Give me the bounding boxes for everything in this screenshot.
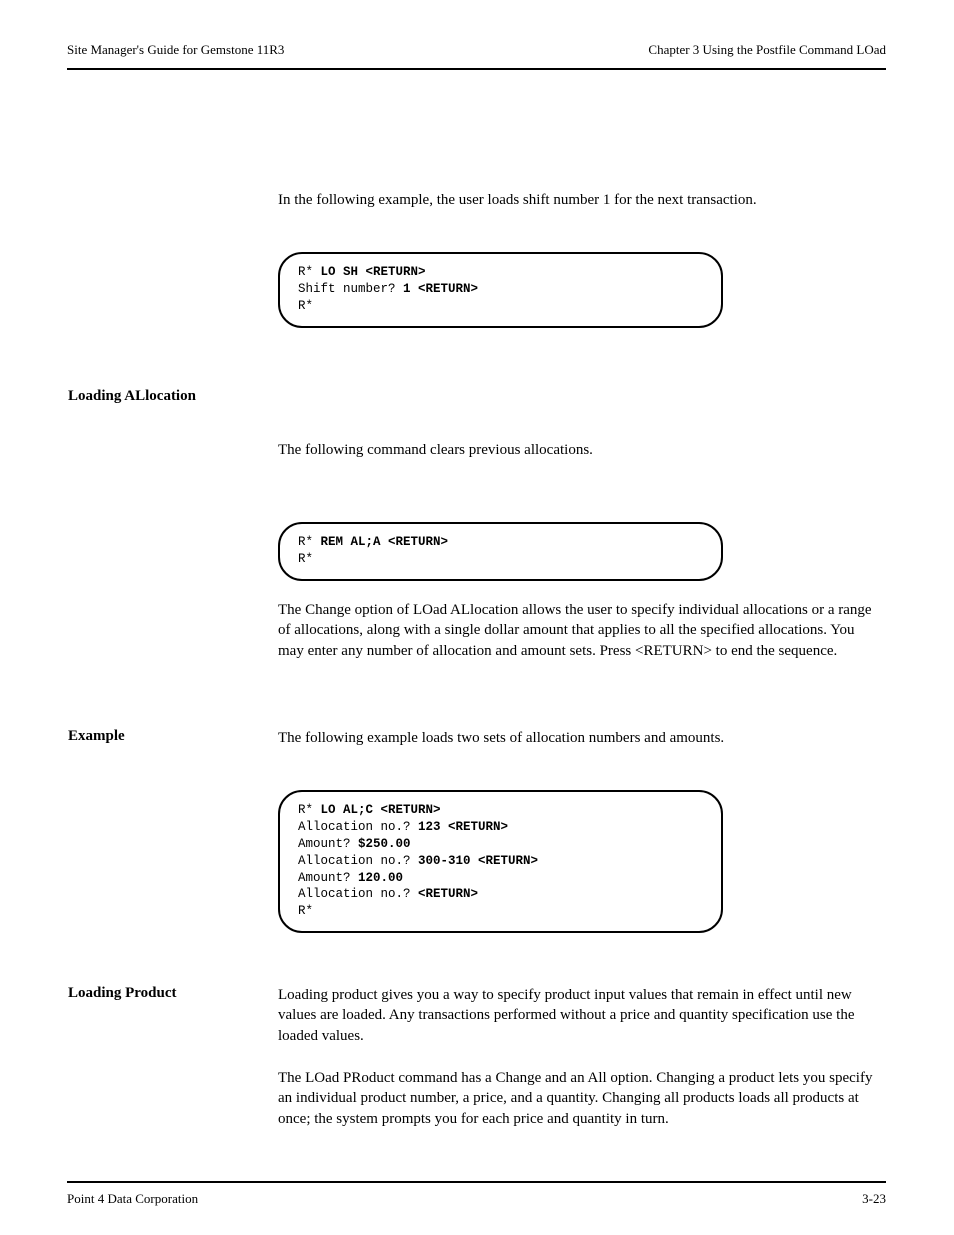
t3-l3b: $250.00 bbox=[358, 837, 411, 851]
t3-l5b: 120.00 bbox=[358, 871, 403, 885]
t1-l2b: 1 <RETURN> bbox=[403, 282, 478, 296]
t3-l4a: Allocation no.? bbox=[298, 854, 418, 868]
t3-l2b: 123 <RETURN> bbox=[418, 820, 508, 834]
t2-l1b: REM AL;A <RETURN> bbox=[321, 535, 449, 549]
rule-top bbox=[67, 68, 886, 70]
para-allocation: The following command clears previous al… bbox=[278, 440, 878, 460]
para-product-1: Loading product gives you a way to speci… bbox=[278, 985, 878, 1046]
footer-left: Point 4 Data Corporation bbox=[67, 1191, 198, 1207]
t1-l1a: R* bbox=[298, 265, 321, 279]
rule-bottom bbox=[67, 1181, 886, 1183]
header-left: Site Manager's Guide for Gemstone 11R3 bbox=[67, 42, 284, 58]
section-heading-allocation: Loading ALlocation bbox=[68, 388, 196, 405]
t3-l3a: Amount? bbox=[298, 837, 358, 851]
t3-l7: R* bbox=[298, 904, 313, 918]
footer-right: 3-23 bbox=[862, 1191, 886, 1207]
t2-l2: R* bbox=[298, 552, 313, 566]
t3-l2a: Allocation no.? bbox=[298, 820, 418, 834]
terminal-box-3: R* LO AL;C <RETURN> Allocation no.? 123 … bbox=[278, 790, 723, 933]
t3-l4b: 300-310 <RETURN> bbox=[418, 854, 538, 868]
section-heading-product: Loading Product bbox=[68, 985, 177, 1002]
para-product-2: The LOad PRoduct command has a Change an… bbox=[278, 1068, 878, 1129]
example-intro: The following example loads two sets of … bbox=[278, 728, 878, 748]
page: Site Manager's Guide for Gemstone 11R3 C… bbox=[0, 0, 954, 1235]
t1-l3: R* bbox=[298, 299, 313, 313]
t1-l2a: Shift number? bbox=[298, 282, 403, 296]
intro-paragraph: In the following example, the user loads… bbox=[278, 190, 878, 210]
example-label: Example bbox=[68, 728, 125, 745]
header-right: Chapter 3 Using the Postfile Command LOa… bbox=[648, 42, 886, 58]
t3-l6b: <RETURN> bbox=[418, 887, 478, 901]
t1-l1b: LO SH <RETURN> bbox=[321, 265, 426, 279]
para-allocation-after: The Change option of LOad ALlocation all… bbox=[278, 600, 878, 661]
terminal-box-2: R* REM AL;A <RETURN> R* bbox=[278, 522, 723, 581]
t2-l1a: R* bbox=[298, 535, 321, 549]
t3-l6a: Allocation no.? bbox=[298, 887, 418, 901]
t3-l5a: Amount? bbox=[298, 871, 358, 885]
t3-l1b: LO AL;C <RETURN> bbox=[321, 803, 441, 817]
t3-l1a: R* bbox=[298, 803, 321, 817]
terminal-box-1: R* LO SH <RETURN> Shift number? 1 <RETUR… bbox=[278, 252, 723, 328]
